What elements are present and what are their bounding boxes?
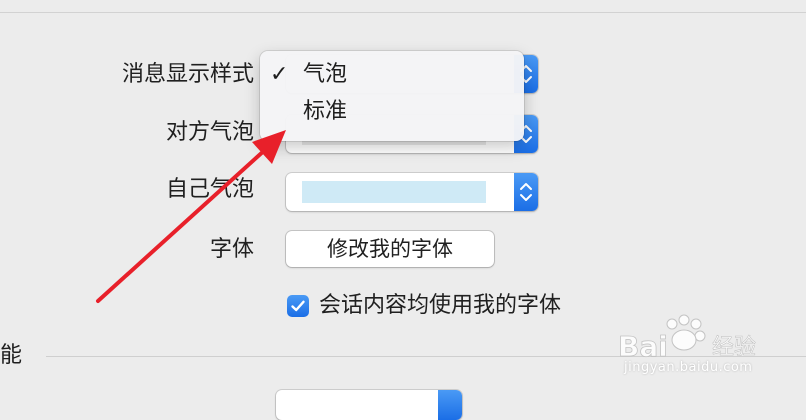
watermark-url: jingyan.baidu.com: [624, 360, 753, 375]
svg-text:Bai: Bai: [618, 330, 668, 363]
svg-text:经验: 经验: [712, 335, 756, 360]
